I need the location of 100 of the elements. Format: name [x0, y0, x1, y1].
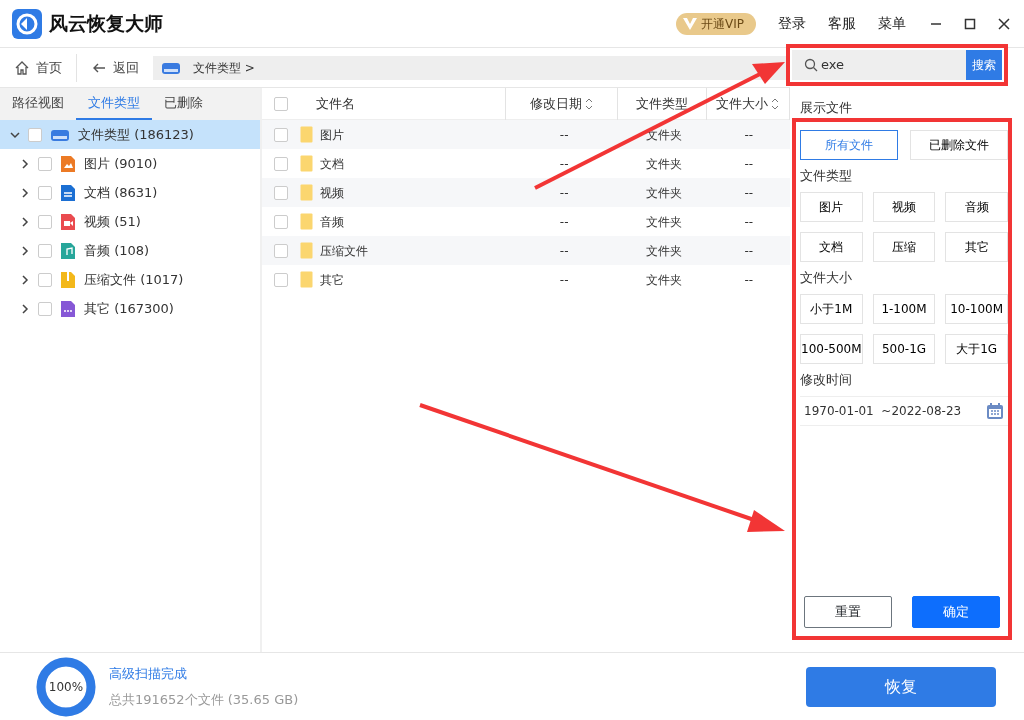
chevron-right-icon: [20, 274, 30, 285]
vip-button[interactable]: 开通VIP: [675, 12, 756, 35]
tree-label: 图片 (9010): [84, 154, 158, 173]
type-filter[interactable]: 视频: [872, 191, 936, 222]
checkbox[interactable]: [274, 185, 288, 200]
folder-icon: [300, 155, 313, 172]
other-file-icon: [60, 299, 76, 318]
folder-icon: [300, 242, 313, 259]
checkbox[interactable]: [38, 214, 52, 229]
home-icon: [14, 59, 30, 76]
type-filter[interactable]: 图片: [800, 191, 863, 222]
type-filter[interactable]: 其它: [945, 231, 1008, 262]
section-title: 文件类型: [800, 167, 853, 185]
drive-icon: [161, 60, 181, 75]
chevron-right-icon: [20, 158, 30, 169]
video-file-icon: [60, 212, 76, 231]
tree-label: 文件类型 (186123): [78, 125, 194, 144]
column-header[interactable]: 文件大小: [707, 87, 790, 120]
folder-icon: [300, 126, 313, 143]
type-filter[interactable]: 压缩: [872, 231, 936, 262]
checkbox[interactable]: [274, 272, 288, 287]
checkbox[interactable]: [38, 185, 52, 200]
v-icon: [681, 16, 698, 31]
folder-icon: [300, 213, 313, 230]
size-filter[interactable]: 1-100M: [872, 293, 936, 324]
filter-option[interactable]: 所有文件: [800, 129, 898, 160]
tree-label: 压缩文件 (1017): [84, 270, 184, 289]
confirm-button[interactable]: 确定: [912, 595, 1000, 628]
modified-date: --: [559, 156, 569, 171]
search-button[interactable]: 搜索: [966, 50, 1002, 80]
search-icon: [804, 58, 818, 72]
checkbox[interactable]: [274, 96, 288, 111]
column-header[interactable]: 文件名: [302, 87, 506, 120]
back-button[interactable]: 返回: [77, 48, 153, 87]
file-type: 文件夹: [645, 185, 682, 200]
chevron-right-icon: [20, 303, 30, 314]
tree-item[interactable]: 文件类型 (186123): [0, 120, 260, 149]
date-range-field[interactable]: 1970-01-01 ~2022-08-23: [800, 395, 1008, 426]
tree-item[interactable]: 其它 (167300): [0, 294, 260, 323]
header-link[interactable]: 菜单: [878, 13, 906, 34]
app-title: 风云恢复大师: [48, 11, 163, 37]
checkbox[interactable]: [274, 243, 288, 258]
tree-label: 其它 (167300): [84, 299, 174, 318]
file-type: 文件夹: [645, 156, 682, 171]
file-size: --: [744, 127, 754, 142]
size-filter[interactable]: 10-100M: [945, 293, 1008, 324]
breadcrumb[interactable]: 文件类型 >: [193, 58, 255, 77]
checkbox[interactable]: [38, 301, 52, 316]
tree-item[interactable]: 压缩文件 (1017): [0, 265, 260, 294]
checkbox[interactable]: [38, 243, 52, 258]
tree-item[interactable]: 文档 (8631): [0, 178, 260, 207]
tree-item[interactable]: 音频 (108): [0, 236, 260, 265]
section-title: 修改时间: [800, 371, 853, 389]
size-filter[interactable]: 大于1G: [945, 333, 1008, 364]
home-button[interactable]: 首页: [0, 48, 76, 87]
checkbox[interactable]: [38, 156, 52, 171]
file-name: 音频: [319, 213, 344, 231]
tree-label: 视频 (51): [84, 212, 141, 231]
reset-button[interactable]: 重置: [804, 595, 892, 628]
type-filter[interactable]: 音频: [945, 191, 1008, 222]
chevron-right-icon: [20, 187, 30, 198]
tree-item[interactable]: 视频 (51): [0, 207, 260, 236]
file-name: 视频: [319, 184, 344, 202]
file-type: 文件夹: [645, 272, 682, 287]
modified-date: --: [559, 127, 569, 142]
checkbox[interactable]: [274, 214, 288, 229]
chevron-down-icon: [10, 129, 20, 140]
file-size: --: [744, 243, 754, 258]
checkbox[interactable]: [28, 127, 42, 142]
size-filter[interactable]: 500-1G: [872, 333, 936, 364]
filter-option[interactable]: 已删除文件: [910, 129, 1008, 160]
column-header[interactable]: 修改日期: [505, 87, 619, 120]
close-icon: [998, 17, 1010, 30]
file-type: 文件夹: [645, 127, 682, 142]
header-link[interactable]: 客服: [828, 13, 856, 34]
size-filter[interactable]: 100-500M: [800, 333, 863, 364]
modified-date: --: [559, 243, 569, 258]
size-filter[interactable]: 小于1M: [800, 293, 863, 324]
checkbox[interactable]: [38, 272, 52, 287]
modified-date: --: [559, 272, 569, 287]
folder-icon: [300, 184, 313, 201]
header-link[interactable]: 登录: [778, 13, 806, 34]
progress-reading: 100%: [48, 678, 84, 696]
view-tab[interactable]: 已删除: [152, 88, 215, 120]
chevron-right-icon: [20, 245, 30, 256]
file-summary: 总共191652个文件 (35.65 GB): [109, 690, 299, 709]
close-button[interactable]: [996, 15, 1012, 32]
checkbox[interactable]: [274, 156, 288, 171]
view-tab[interactable]: 路径视图: [0, 88, 76, 120]
type-filter[interactable]: 文档: [800, 231, 863, 262]
modified-date: --: [559, 214, 569, 229]
audio-file-icon: [60, 241, 76, 260]
maximize-icon: [964, 17, 976, 30]
file-type: 文件夹: [645, 214, 682, 229]
recover-button[interactable]: 恢复: [806, 666, 996, 707]
column-header[interactable]: 文件类型: [618, 87, 707, 120]
section-title: 文件大小: [800, 269, 853, 287]
tree-item[interactable]: 图片 (9010): [0, 149, 260, 178]
checkbox[interactable]: [274, 127, 288, 142]
search-field[interactable]: exe 搜索: [792, 50, 1002, 80]
